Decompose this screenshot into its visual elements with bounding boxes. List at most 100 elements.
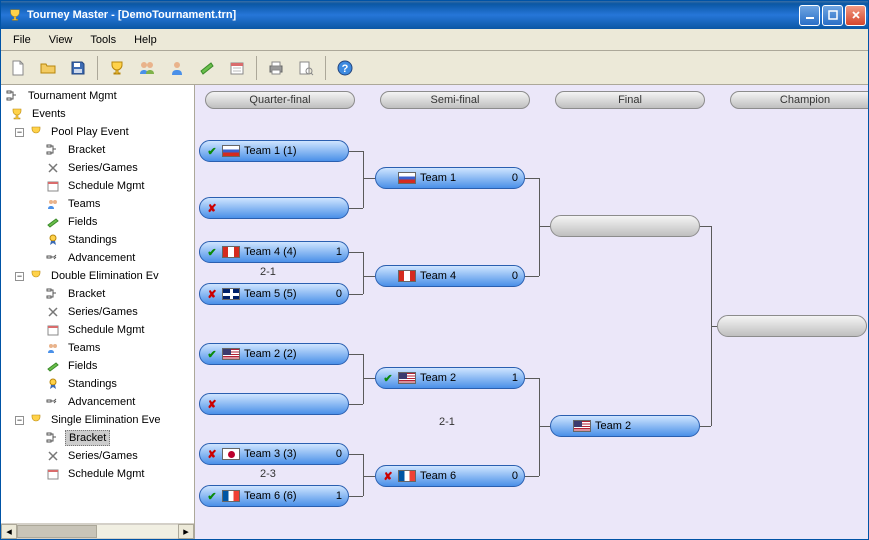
tree-double-teams[interactable]: Teams (1, 339, 194, 357)
bracket-champion[interactable] (717, 315, 867, 337)
bracket-sf1b[interactable]: Team 40 (375, 265, 525, 287)
menu-help[interactable]: Help (126, 32, 165, 48)
about-icon[interactable]: ? (332, 55, 358, 81)
new-file-icon[interactable] (5, 55, 31, 81)
cross-icon: ✘ (382, 470, 394, 482)
bracket-qf3a[interactable]: ✔Team 2 (2) (199, 343, 349, 365)
check-icon: ✔ (206, 490, 218, 502)
tree-hscrollbar[interactable]: ◂ ▸ (1, 523, 194, 539)
standings-icon (45, 376, 61, 392)
scroll-right-icon[interactable]: ▸ (178, 524, 194, 539)
tree-root[interactable]: Tournament Mgmt (1, 87, 194, 105)
bracket-qf2a[interactable]: ✔Team 4 (4)1 (199, 241, 349, 263)
tree-pool-standings[interactable]: Standings (1, 231, 194, 249)
print-icon[interactable] (263, 55, 289, 81)
collapse-icon[interactable]: − (15, 272, 24, 281)
tree-pool-schedule[interactable]: Schedule Mgmt (1, 177, 194, 195)
maximize-button[interactable] (822, 5, 843, 26)
schedule-icon (45, 322, 61, 338)
users-icon[interactable] (134, 55, 160, 81)
tree-double-series[interactable]: Series/Games (1, 303, 194, 321)
app-window: Tourney Master - [DemoTournament.trn] Fi… (0, 0, 869, 540)
menu-tools[interactable]: Tools (82, 32, 124, 48)
tree-double-standings[interactable]: Standings (1, 375, 194, 393)
check-icon: ✔ (206, 145, 218, 157)
tree-double-bracket[interactable]: Bracket (1, 285, 194, 303)
check-icon: ✔ (382, 372, 394, 384)
bracket-sf2-score: 2-1 (439, 416, 455, 428)
teams-icon (45, 196, 61, 212)
flag-icon (398, 172, 416, 184)
schedule-icon[interactable] (224, 55, 250, 81)
fields-icon (45, 358, 61, 374)
menu-file[interactable]: File (5, 32, 39, 48)
check-icon: ✔ (206, 348, 218, 360)
collapse-icon[interactable]: − (15, 416, 24, 425)
flag-icon (222, 246, 240, 258)
minimize-button[interactable] (799, 5, 820, 26)
app-icon (7, 7, 23, 23)
bracket-f2[interactable]: Team 2 (550, 415, 700, 437)
tree-pool-advancement[interactable]: Advancement (1, 249, 194, 267)
scroll-thumb[interactable] (17, 525, 97, 538)
tournament-icon (5, 88, 21, 104)
tree[interactable]: Tournament Mgmt Events −Pool Play Event … (1, 85, 194, 523)
menu-view[interactable]: View (41, 32, 81, 48)
bracket-f1[interactable] (550, 215, 700, 237)
tree-single-series[interactable]: Series/Games (1, 447, 194, 465)
tree-single-event[interactable]: −Single Elimination Eve (1, 411, 194, 429)
bracket-qf1b[interactable]: ✘ (199, 197, 349, 219)
cross-icon: ✘ (206, 288, 218, 300)
svg-text:?: ? (342, 63, 349, 75)
tree-double-advancement[interactable]: Advancement (1, 393, 194, 411)
tree-pane: Tournament Mgmt Events −Pool Play Event … (1, 85, 195, 539)
bracket-icon (45, 430, 61, 446)
round-header-f: Final (555, 91, 705, 109)
tree-double-fields[interactable]: Fields (1, 357, 194, 375)
bracket-sf1a[interactable]: Team 10 (375, 167, 525, 189)
open-folder-icon[interactable] (35, 55, 61, 81)
bracket-sf2a[interactable]: ✔Team 21 (375, 367, 525, 389)
tree-pool-fields[interactable]: Fields (1, 213, 194, 231)
close-button[interactable] (845, 5, 866, 26)
bracket-qf4b[interactable]: ✔Team 6 (6)1 (199, 485, 349, 507)
tree-single-schedule[interactable]: Schedule Mgmt (1, 465, 194, 483)
series-icon (45, 160, 61, 176)
collapse-icon[interactable]: − (15, 128, 24, 137)
tree-single-bracket[interactable]: Bracket (1, 429, 194, 447)
bracket-qf3b[interactable]: ✘ (199, 393, 349, 415)
flag-icon (222, 348, 240, 360)
flag-icon (573, 420, 591, 432)
window-title: Tourney Master - [DemoTournament.trn] (27, 9, 236, 21)
scroll-left-icon[interactable]: ◂ (1, 524, 17, 539)
main-body: Tournament Mgmt Events −Pool Play Event … (1, 85, 868, 539)
bracket-sf2b[interactable]: ✘Team 60 (375, 465, 525, 487)
tree-double-event[interactable]: −Double Elimination Ev (1, 267, 194, 285)
cross-icon: ✘ (206, 448, 218, 460)
bracket-qf1a[interactable]: ✔Team 1 (1) (199, 140, 349, 162)
tree-pool-series[interactable]: Series/Games (1, 159, 194, 177)
bracket-qf2b[interactable]: ✘Team 5 (5)0 (199, 283, 349, 305)
bracket-qf4a[interactable]: ✘Team 3 (3)0 (199, 443, 349, 465)
trophy-icon (9, 106, 25, 122)
tree-pool-teams[interactable]: Teams (1, 195, 194, 213)
tree-pool-event[interactable]: −Pool Play Event (1, 123, 194, 141)
tree-pool-bracket[interactable]: Bracket (1, 141, 194, 159)
teams-icon (45, 340, 61, 356)
schedule-icon (45, 178, 61, 194)
event-icon (28, 268, 44, 284)
save-icon[interactable] (65, 55, 91, 81)
preview-icon[interactable] (293, 55, 319, 81)
trophy-icon[interactable] (104, 55, 130, 81)
user-icon[interactable] (164, 55, 190, 81)
series-icon (45, 304, 61, 320)
tree-events[interactable]: Events (1, 105, 194, 123)
cross-icon: ✘ (206, 202, 218, 214)
advancement-icon (45, 394, 61, 410)
tree-double-schedule[interactable]: Schedule Mgmt (1, 321, 194, 339)
bracket-icon (45, 286, 61, 302)
flag-icon (222, 288, 240, 300)
bracket-qf2-score: 2-1 (260, 266, 276, 278)
fields-icon[interactable] (194, 55, 220, 81)
round-header-sf: Semi-final (380, 91, 530, 109)
